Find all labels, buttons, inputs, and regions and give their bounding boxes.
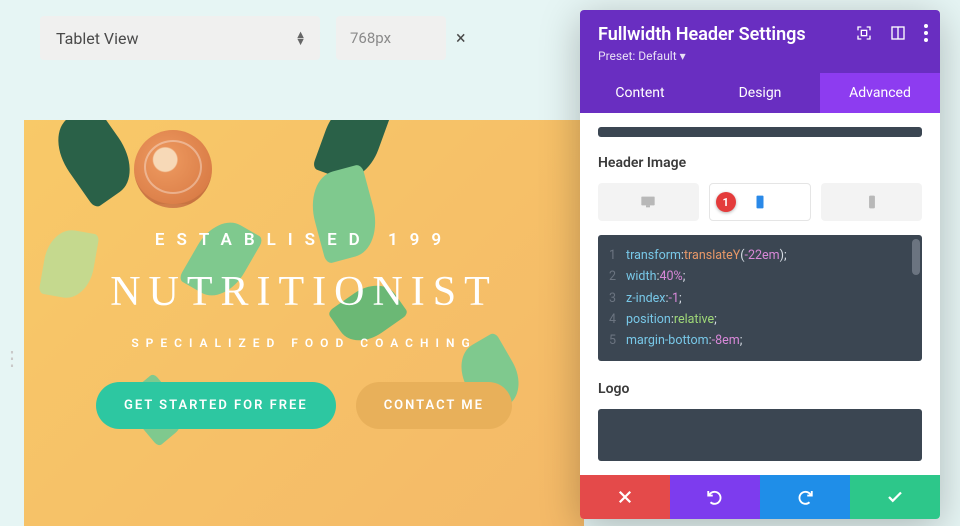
columns-icon[interactable] xyxy=(890,25,906,41)
device-desktop[interactable] xyxy=(598,183,699,221)
view-select[interactable]: Tablet View ▲▼ xyxy=(40,16,320,60)
device-tablet[interactable]: 1 xyxy=(709,183,812,221)
cancel-button[interactable] xyxy=(580,475,670,519)
desktop-icon xyxy=(640,195,656,209)
hero-title: NUTRITIONIST xyxy=(110,268,498,316)
badge: 1 xyxy=(716,192,736,212)
section-header-image: Header Image xyxy=(598,155,922,171)
scrollbar[interactable] xyxy=(912,239,920,357)
tab-content[interactable]: Content xyxy=(580,73,700,113)
logo-code-block[interactable] xyxy=(598,409,922,461)
redo-button[interactable] xyxy=(760,475,850,519)
settings-panel: Fullwidth Header Settings Preset: Defaul… xyxy=(580,10,940,519)
width-input[interactable] xyxy=(336,16,446,60)
focus-icon[interactable] xyxy=(856,25,872,41)
view-select-label: Tablet View xyxy=(56,29,139,48)
preview-canvas: ESTABLISED 199 NUTRITIONIST SPECIALIZED … xyxy=(24,120,584,526)
tablet-icon xyxy=(752,195,768,209)
section-logo: Logo xyxy=(598,381,922,397)
collapsed-code-block[interactable] xyxy=(598,127,922,137)
get-started-button[interactable]: GET STARTED FOR FREE xyxy=(96,382,336,429)
undo-icon xyxy=(706,488,724,506)
tab-design[interactable]: Design xyxy=(700,73,820,113)
x-icon xyxy=(616,488,634,506)
close-icon[interactable]: × xyxy=(456,28,466,49)
tab-advanced[interactable]: Advanced xyxy=(820,73,940,113)
hero-subtitle: SPECIALIZED FOOD COACHING xyxy=(131,336,476,350)
confirm-button[interactable] xyxy=(850,475,940,519)
css-editor[interactable]: 1transform:translateY(-22em);2width:40%;… xyxy=(598,235,922,361)
phone-icon xyxy=(864,195,880,209)
redo-icon xyxy=(796,488,814,506)
contact-button[interactable]: CONTACT ME xyxy=(356,382,512,429)
check-icon xyxy=(886,488,904,506)
device-phone[interactable] xyxy=(821,183,922,221)
chevron-down-icon: ▾ xyxy=(680,49,686,63)
chevron-updown-icon: ▲▼ xyxy=(295,31,306,45)
established-text: ESTABLISED 199 xyxy=(155,230,453,250)
panel-preset[interactable]: Preset: Default ▾ xyxy=(598,49,922,63)
undo-button[interactable] xyxy=(670,475,760,519)
more-icon[interactable] xyxy=(924,24,928,42)
